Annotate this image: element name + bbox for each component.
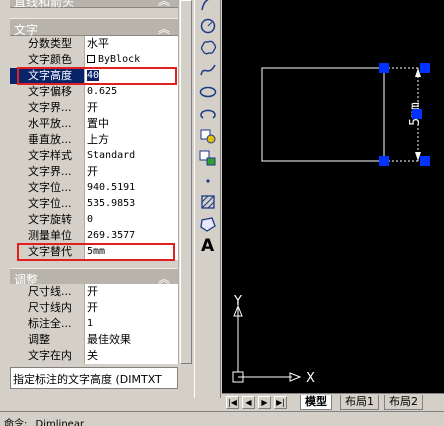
arc-icon[interactable] — [198, 0, 218, 14]
prev-tab-button[interactable]: ◀ — [242, 396, 255, 409]
property-row[interactable]: 尺寸线内开 — [10, 300, 178, 316]
property-value[interactable]: 5mm — [84, 244, 178, 260]
property-name: 文字旋转 — [10, 212, 84, 228]
drawing-canvas[interactable]: 5mm Y X — [222, 0, 444, 393]
property-row[interactable]: 尺寸线... 开 — [10, 284, 178, 300]
property-name: 文字颜色 — [10, 52, 84, 68]
property-name: 调整 — [10, 332, 84, 348]
ellipse-arc-icon[interactable] — [198, 104, 218, 124]
property-value[interactable]: 开 — [84, 164, 178, 180]
property-value[interactable]: 535.9853 — [84, 196, 178, 212]
layout-tabs-bar: |◀ ◀ ▶ ▶| 模型 布局1 布局2 — [222, 393, 444, 410]
tab-layout1[interactable]: 布局1 — [340, 395, 379, 410]
property-name: 文字在内 — [10, 348, 84, 364]
property-value[interactable]: 1 — [84, 316, 178, 332]
tab-model[interactable]: 模型 — [300, 395, 332, 410]
property-value[interactable]: 269.3577 — [84, 228, 178, 244]
region-icon[interactable] — [198, 214, 218, 234]
selected-value[interactable]: 40 — [87, 70, 100, 81]
collapse-icon[interactable]: ︽ — [158, 20, 170, 37]
spline-icon[interactable] — [198, 60, 218, 80]
property-name: 垂直放... — [10, 132, 84, 148]
property-row[interactable]: 文字偏移 0.625 — [10, 84, 178, 100]
property-row[interactable]: 标注全... 1 — [10, 316, 178, 332]
property-row[interactable]: 文字旋转 0 — [10, 212, 178, 228]
property-row[interactable]: 文字高度 40 — [10, 68, 178, 84]
color-swatch — [87, 55, 95, 63]
property-value[interactable]: 开 — [84, 100, 178, 116]
draw-toolbar: A — [194, 0, 221, 398]
property-value[interactable]: 开 — [84, 300, 178, 316]
property-name: 文字替代 — [10, 244, 84, 260]
property-row[interactable]: 文字位... 535.9853 — [10, 196, 178, 212]
property-row[interactable]: 测量单位 269.3577 — [10, 228, 178, 244]
properties-palette: 直线和箭头 ︽ 文字 ︽ 分数类型 水平 文字颜色 ByBlock 文字高度 40 文… — [0, 0, 192, 398]
property-name: 标注全... — [10, 316, 84, 332]
property-value[interactable]: 置中 — [84, 116, 178, 132]
property-row[interactable]: 文字替代 5mm — [10, 244, 178, 260]
property-value[interactable]: 0 — [84, 212, 178, 228]
section-lines-arrows[interactable]: 直线和箭头 ︽ — [10, 0, 178, 9]
fit-properties-grid: 尺寸线... 开 尺寸线内开 标注全... 1 调整 最佳效果 文字在内关 — [10, 284, 178, 364]
color-value: ByBlock — [98, 54, 141, 65]
property-name: 文字位... — [10, 196, 84, 212]
section-text[interactable]: 文字 ︽ — [10, 18, 178, 37]
ucs-x-label: X — [306, 371, 315, 386]
circle-icon[interactable] — [198, 16, 218, 36]
ucs-icon — [232, 304, 302, 383]
ellipse-icon[interactable] — [198, 82, 218, 102]
property-name: 文字样式 — [10, 148, 84, 164]
point-icon[interactable] — [198, 170, 218, 190]
property-row[interactable]: 垂直放... 上方 — [10, 132, 178, 148]
property-value[interactable]: Standard — [84, 148, 178, 164]
ucs-y-label: Y — [233, 294, 242, 309]
property-row[interactable]: 文字样式 Standard — [10, 148, 178, 164]
property-value[interactable]: 开 — [84, 284, 178, 300]
property-value[interactable]: ByBlock — [84, 52, 178, 68]
property-name: 文字偏移 — [10, 84, 84, 100]
scrollbar-thumb[interactable] — [180, 0, 192, 364]
rectangle-geometry[interactable] — [261, 67, 385, 162]
text-properties-grid: 分数类型 水平 文字颜色 ByBlock 文字高度 40 文字偏移 0.625 文字界.… — [10, 36, 178, 260]
property-value[interactable]: 水平 — [84, 36, 178, 52]
property-name: 尺寸线... — [10, 284, 84, 300]
palette-scrollbar[interactable] — [178, 0, 192, 364]
property-value[interactable]: 关 — [84, 348, 178, 364]
insert-block-icon[interactable] — [198, 126, 218, 146]
property-name: 水平放... — [10, 116, 84, 132]
property-name: 文字位... — [10, 180, 84, 196]
property-row[interactable]: 调整 最佳效果 — [10, 332, 178, 348]
command-line[interactable]: 命令: _Dimlinear — [0, 411, 444, 426]
property-name: 文字高度 — [10, 68, 84, 84]
section-label: 直线和箭头 — [14, 0, 75, 9]
property-name: 分数类型 — [10, 36, 84, 52]
make-block-icon[interactable] — [198, 148, 218, 168]
collapse-icon[interactable]: ︽ — [158, 0, 170, 9]
multiline-text-icon[interactable]: A — [201, 236, 214, 256]
property-row[interactable]: 文字颜色 ByBlock — [10, 52, 178, 68]
property-value[interactable]: 最佳效果 — [84, 332, 178, 348]
property-description: 指定标注的文字高度 (DIMTXT — [10, 367, 178, 389]
command-text: 命令: _Dimlinear — [4, 419, 85, 426]
property-name: 测量单位 — [10, 228, 84, 244]
property-row[interactable]: 文字界... 开 — [10, 164, 178, 180]
first-tab-button[interactable]: |◀ — [226, 396, 239, 409]
property-value[interactable]: 940.5191 — [84, 180, 178, 196]
hatch-icon[interactable] — [198, 192, 218, 212]
property-row[interactable]: 水平放... 置中 — [10, 116, 178, 132]
property-name: 文字界... — [10, 164, 84, 180]
property-value[interactable]: 0.625 — [84, 84, 178, 100]
next-tab-button[interactable]: ▶ — [258, 396, 271, 409]
property-value[interactable]: 上方 — [84, 132, 178, 148]
property-row[interactable]: 分数类型 水平 — [10, 36, 178, 52]
property-row[interactable]: 文字位... 940.5191 — [10, 180, 178, 196]
tab-layout2[interactable]: 布局2 — [384, 395, 423, 410]
revision-cloud-icon[interactable] — [198, 38, 218, 58]
last-tab-button[interactable]: ▶| — [274, 396, 287, 409]
property-name: 尺寸线内 — [10, 300, 84, 316]
property-name: 文字界... — [10, 100, 84, 116]
property-value[interactable]: 40 — [84, 68, 178, 84]
property-row[interactable]: 文字在内关 — [10, 348, 178, 364]
property-row[interactable]: 文字界... 开 — [10, 100, 178, 116]
